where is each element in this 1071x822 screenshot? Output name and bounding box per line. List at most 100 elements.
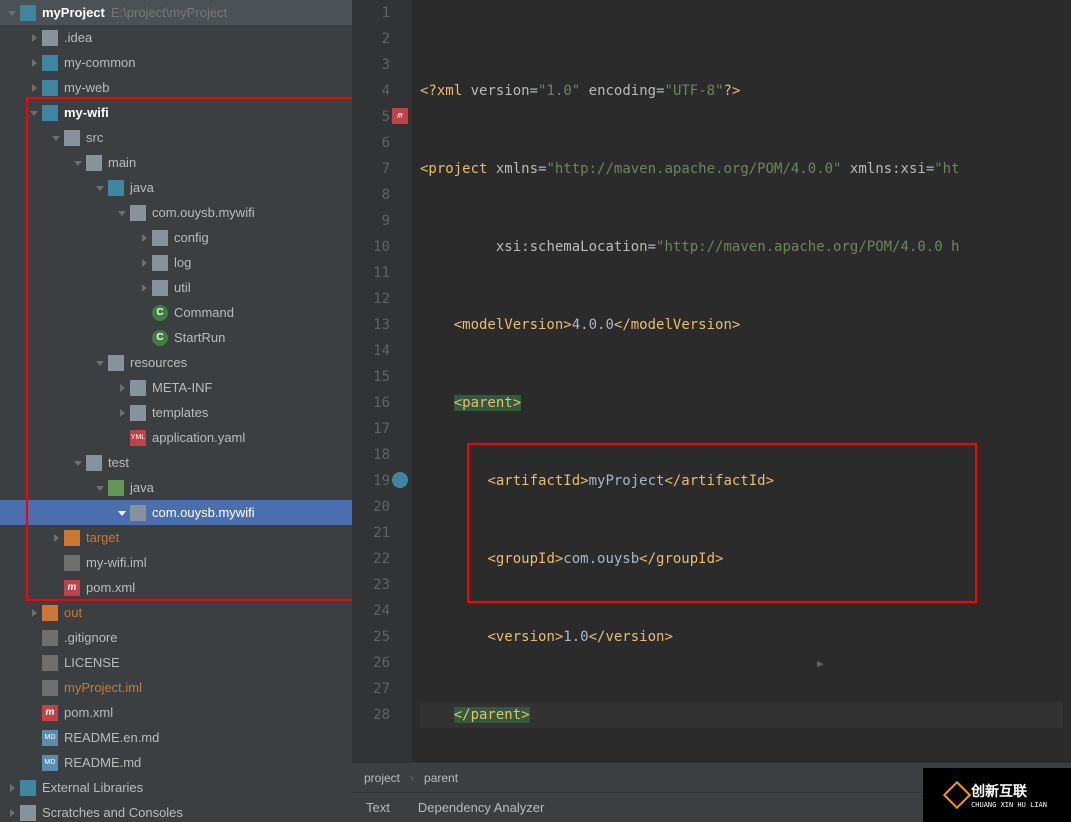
tab-text[interactable]: Text [352,793,404,822]
chevron-down-icon [116,207,128,219]
chevron-down-icon [50,132,62,144]
chevron-right-icon [50,532,62,544]
test-source-folder-icon [108,480,124,496]
folder-icon [86,455,102,471]
tree-metainf[interactable]: META-INF [0,375,352,400]
tree-readme[interactable]: MD README.md [0,750,352,775]
tree-readme-en[interactable]: MD README.en.md [0,725,352,750]
update-dep-gutter-icon[interactable] [392,472,408,488]
package-icon [152,255,168,271]
tree-iml[interactable]: my-wifi.iml [0,550,352,575]
tree-pom[interactable]: m pom.xml [0,575,352,600]
tree-config[interactable]: config [0,225,352,250]
chevron-right-icon [138,257,150,269]
file-icon [42,630,58,646]
chevron-down-icon [94,182,106,194]
chevron-right-icon [28,32,40,44]
chevron-right-icon [28,82,40,94]
watermark-subtext: CHUANG XIN HU LIAN [971,801,1047,809]
annotation-box-dependency [467,443,977,603]
iml-file-icon [42,680,58,696]
tree-gitignore[interactable]: .gitignore [0,625,352,650]
maven-gutter-icon[interactable]: m [392,108,408,124]
tree-command[interactable]: C Command [0,300,352,325]
scratches-icon [20,805,36,821]
breadcrumb-project[interactable]: project [364,771,400,785]
collapse-indicator-icon[interactable]: ▶ [817,651,824,677]
tree-root[interactable]: myProject E:\project\myProject [0,0,352,25]
editor: 1234 5m 678910 1112131415 161718 19 2021… [352,0,1071,822]
module-icon [42,55,58,71]
tree-test[interactable]: test [0,450,352,475]
source-folder-icon [108,180,124,196]
tree-my-common[interactable]: my-common [0,50,352,75]
tree-project-iml[interactable]: myProject.iml [0,675,352,700]
module-icon [42,80,58,96]
tree-src[interactable]: src [0,125,352,150]
chevron-right-icon [6,807,18,819]
tree-my-wifi[interactable]: my-wifi [0,100,352,125]
folder-icon [86,155,102,171]
yaml-file-icon: YML [130,430,146,446]
package-icon [130,205,146,221]
chevron-right-icon [116,407,128,419]
tab-dependency-analyzer[interactable]: Dependency Analyzer [404,793,558,822]
tree-util[interactable]: util [0,275,352,300]
tree-idea[interactable]: .idea [0,25,352,50]
project-name: myProject [42,5,105,20]
class-icon: C [152,305,168,321]
tree-main[interactable]: main [0,150,352,175]
tree-package[interactable]: com.ouysb.mywifi [0,200,352,225]
folder-icon [42,30,58,46]
folder-icon [130,405,146,421]
watermark: 创新互联 CHUANG XIN HU LIAN [923,768,1071,822]
module-icon [42,105,58,121]
maven-file-icon: m [42,705,58,721]
module-icon [20,5,36,21]
watermark-text: 创新互联 [971,781,1047,801]
tree-my-web[interactable]: my-web [0,75,352,100]
code-view[interactable]: 1234 5m 678910 1112131415 161718 19 2021… [352,0,1071,762]
folder-icon [64,130,80,146]
tree-ext-libs[interactable]: External Libraries [0,775,352,800]
folder-icon [130,380,146,396]
excluded-folder-icon [42,605,58,621]
tree-appyaml[interactable]: YML application.yaml [0,425,352,450]
tree-log[interactable]: log [0,250,352,275]
chevron-down-icon [72,457,84,469]
tree-scratches[interactable]: Scratches and Consoles [0,800,352,822]
markdown-file-icon: MD [42,730,58,746]
chevron-right-icon [138,282,150,294]
code-content[interactable]: <?xml version="1.0" encoding="UTF-8"?> <… [412,0,1071,762]
chevron-right-icon [28,607,40,619]
chevron-down-icon [72,157,84,169]
package-icon [130,505,146,521]
maven-file-icon: m [64,580,80,596]
project-path: E:\project\myProject [111,5,227,20]
tree-root-pom[interactable]: m pom.xml [0,700,352,725]
project-tree[interactable]: myProject E:\project\myProject .idea my-… [0,0,352,822]
line-gutter[interactable]: 1234 5m 678910 1112131415 161718 19 2021… [352,0,400,762]
tree-templates[interactable]: templates [0,400,352,425]
chevron-right-icon [28,57,40,69]
class-icon: C [152,330,168,346]
chevron-down-icon [116,507,128,519]
tree-java[interactable]: java [0,175,352,200]
chevron-right-icon [116,382,128,394]
markdown-file-icon: MD [42,755,58,771]
package-icon [152,230,168,246]
package-icon [152,280,168,296]
chevron-down-icon [94,357,106,369]
tree-license[interactable]: LICENSE [0,650,352,675]
tree-startrun[interactable]: C StartRun [0,325,352,350]
tree-resources[interactable]: resources [0,350,352,375]
tree-target[interactable]: target [0,525,352,550]
breadcrumb-parent[interactable]: parent [424,771,458,785]
tree-test-pkg[interactable]: com.ouysb.mywifi [0,500,352,525]
iml-file-icon [64,555,80,571]
tree-test-java[interactable]: java [0,475,352,500]
tree-out[interactable]: out [0,600,352,625]
chevron-down-icon [28,107,40,119]
chevron-down-icon [6,7,18,19]
library-icon [20,780,36,796]
